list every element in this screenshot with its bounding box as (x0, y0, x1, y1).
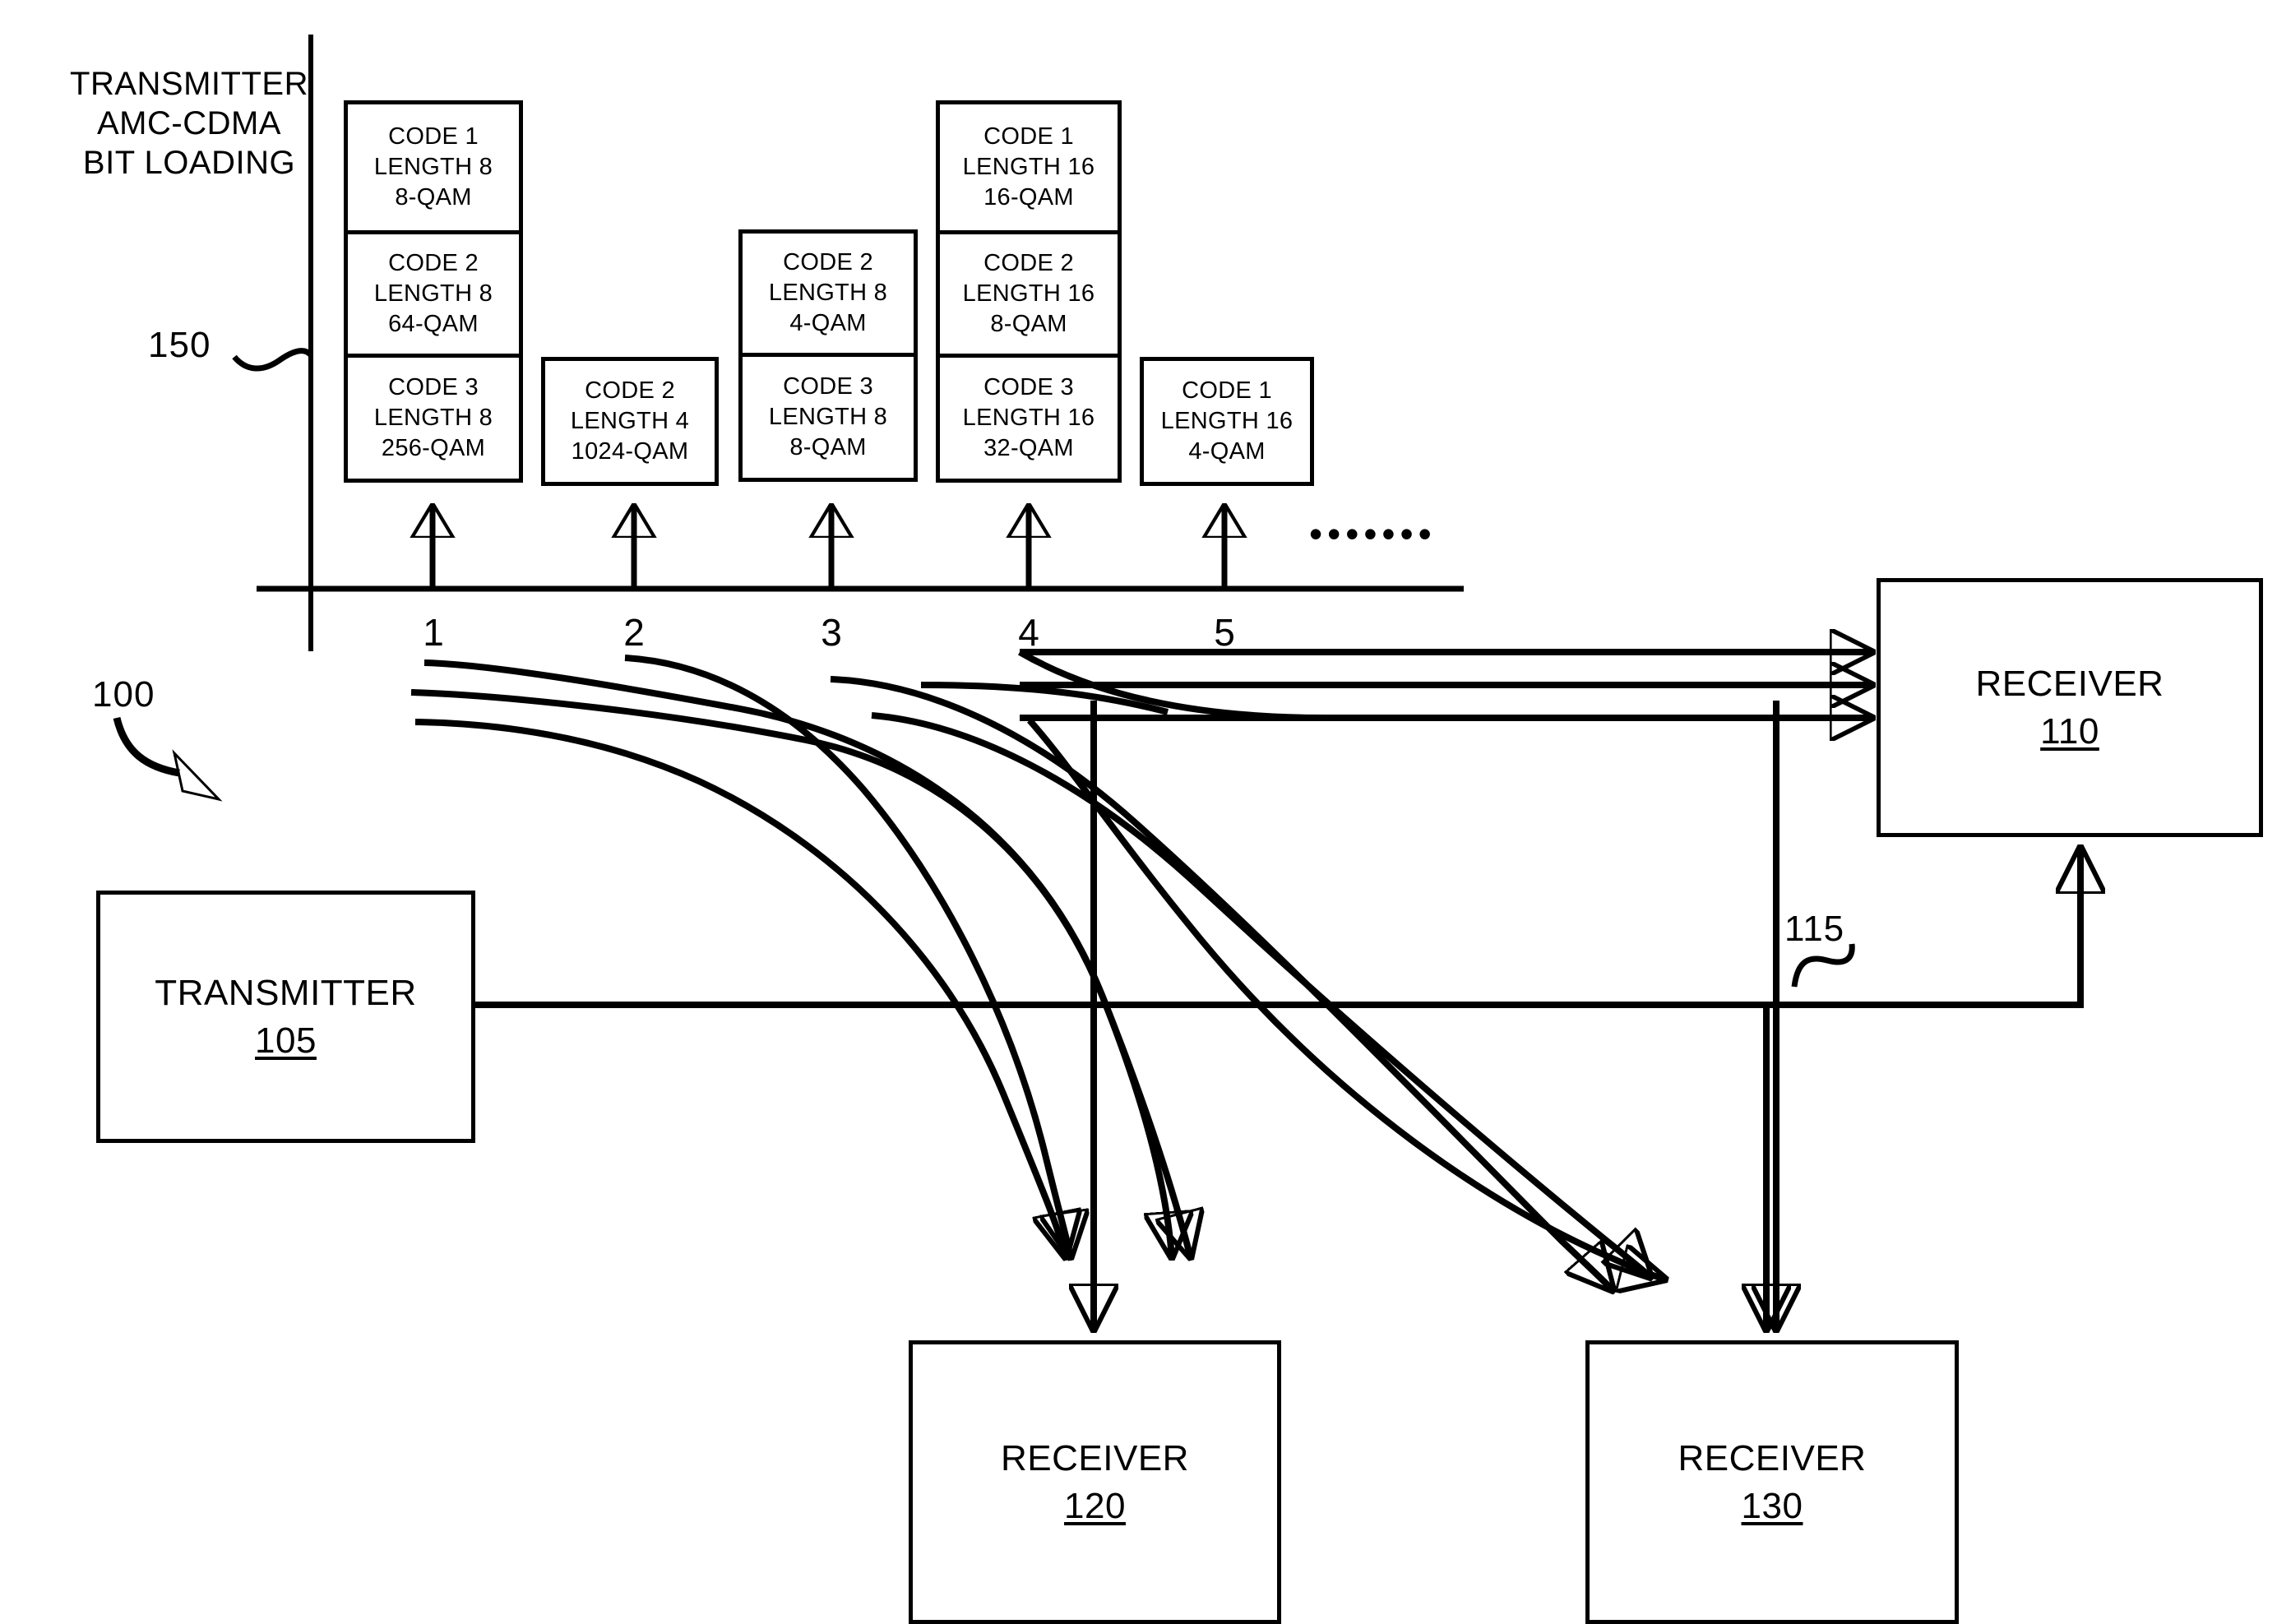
receiver-130-block[interactable]: RECEIVER 130 (1585, 1340, 1959, 1624)
receiver-110-block[interactable]: RECEIVER 110 (1877, 578, 2263, 837)
axis-tick-label-5: 5 (1214, 611, 1235, 654)
transmitter-105-number: 105 (255, 1020, 317, 1061)
qam-label: 4-QAM (1188, 438, 1266, 465)
code-label: CODE 2 (983, 250, 1074, 276)
qam-label: 8-QAM (789, 434, 867, 460)
code-column-5: CODE 1 LENGTH 16 4-QAM (1140, 357, 1314, 486)
code-box-c1-r1[interactable]: CODE 1 LENGTH 8 8-QAM (344, 100, 523, 234)
length-label: LENGTH 16 (962, 280, 1095, 307)
receiver-130-number: 130 (1741, 1485, 1803, 1526)
length-label: LENGTH 8 (373, 405, 493, 431)
reference-numeral-100: 100 (92, 674, 155, 715)
receiver-120-number: 120 (1064, 1485, 1126, 1526)
qam-label: 8-QAM (395, 184, 472, 211)
code-box-c1-r3[interactable]: CODE 3 LENGTH 8 256-QAM (344, 354, 523, 483)
code-column-1: CODE 1 LENGTH 8 8-QAM CODE 2 LENGTH 8 64… (344, 100, 523, 483)
signal-curve-4 (624, 655, 1071, 1258)
code-box-c3-r1[interactable]: CODE 2 LENGTH 8 4-QAM (738, 229, 918, 357)
signal-curve-7 (1027, 718, 1666, 1279)
code-box-c3-r2[interactable]: CODE 3 LENGTH 8 8-QAM (738, 353, 918, 482)
length-label: LENGTH 16 (962, 405, 1095, 431)
code-label: CODE 2 (388, 250, 479, 276)
transmitter-105-label: TRANSMITTER (155, 972, 417, 1013)
code-box-c2-r1[interactable]: CODE 2 LENGTH 4 1024-QAM (541, 357, 719, 486)
leader-150 (232, 348, 313, 372)
qam-label: 64-QAM (388, 311, 479, 337)
qam-label: 256-QAM (381, 435, 486, 461)
ellipsis-dots: ••••••• (1309, 512, 1437, 555)
reference-numeral-115: 115 (1784, 909, 1845, 949)
axis-tick-label-2: 2 (623, 611, 645, 654)
qam-label: 1024-QAM (571, 438, 689, 465)
code-box-c5-r1[interactable]: CODE 1 LENGTH 16 4-QAM (1140, 357, 1314, 486)
reference-numeral-150: 150 (148, 325, 211, 365)
axis-tick-label-3: 3 (821, 611, 842, 654)
length-label: LENGTH 4 (570, 408, 690, 434)
length-label: LENGTH 8 (373, 154, 493, 180)
qam-label: 32-QAM (983, 435, 1074, 461)
signal-curve-5 (830, 676, 1613, 1291)
length-label: LENGTH 16 (962, 154, 1095, 180)
receiver-110-label: RECEIVER (1975, 663, 2164, 704)
axis-title: TRANSMITTER AMC-CDMA BIT LOADING (70, 66, 308, 181)
receiver-120-block[interactable]: RECEIVER 120 (909, 1340, 1281, 1624)
code-box-c4-r3[interactable]: CODE 3 LENGTH 16 32-QAM (936, 354, 1122, 483)
leader-100-arrowhead (172, 749, 223, 802)
code-column-4: CODE 1 LENGTH 16 16-QAM CODE 2 LENGTH 16… (936, 100, 1122, 483)
signal-curve-1 (423, 659, 1172, 1258)
code-label: CODE 1 (388, 123, 479, 150)
leader-100 (113, 716, 180, 777)
signal-curve-3 (414, 719, 1066, 1258)
signal-curve-6 (871, 712, 1651, 1278)
code-label: CODE 3 (388, 374, 479, 400)
code-column-2: CODE 2 LENGTH 4 1024-QAM (541, 357, 719, 486)
transmitter-105-block[interactable]: TRANSMITTER 105 (96, 891, 475, 1143)
qam-label: 16-QAM (983, 184, 1074, 211)
code-column-3: CODE 2 LENGTH 8 4-QAM CODE 3 LENGTH 8 8-… (738, 229, 918, 482)
receiver-120-label: RECEIVER (1001, 1437, 1189, 1478)
code-box-c4-r1[interactable]: CODE 1 LENGTH 16 16-QAM (936, 100, 1122, 234)
axis-tick-label-4: 4 (1018, 611, 1039, 654)
code-label: CODE 2 (783, 249, 873, 275)
code-label: CODE 1 (1182, 377, 1272, 404)
axis-tick-label-1: 1 (423, 611, 444, 654)
receiver-130-label: RECEIVER (1678, 1437, 1867, 1478)
qam-label: 8-QAM (990, 311, 1067, 337)
length-label: LENGTH 8 (768, 280, 888, 306)
figure-canvas: TRANSMITTER AMC-CDMA BIT LOADING 150 100… (0, 0, 2277, 1624)
length-label: LENGTH 16 (1160, 408, 1294, 434)
length-label: LENGTH 8 (768, 404, 888, 430)
code-label: CODE 1 (983, 123, 1074, 150)
code-label: CODE 3 (783, 373, 873, 400)
code-label: CODE 3 (983, 374, 1074, 400)
code-label: CODE 2 (585, 377, 675, 404)
length-label: LENGTH 8 (373, 280, 493, 307)
code-box-c4-r2[interactable]: CODE 2 LENGTH 16 8-QAM (936, 230, 1122, 358)
signal-curve-2 (410, 689, 1191, 1258)
leader-115 (1791, 943, 1855, 988)
beam-110-feed-b (920, 682, 1169, 715)
beam-110-feed-a (1018, 649, 1326, 721)
code-box-c1-r2[interactable]: CODE 2 LENGTH 8 64-QAM (344, 230, 523, 358)
receiver-110-number: 110 (2040, 710, 2099, 752)
qam-label: 4-QAM (789, 310, 867, 336)
